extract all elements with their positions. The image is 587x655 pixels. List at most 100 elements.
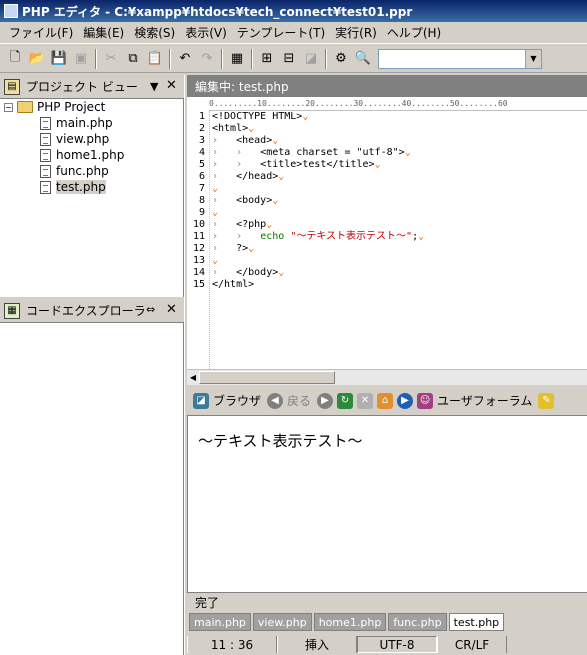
folder-icon	[17, 101, 33, 113]
line-number: 7	[198, 183, 205, 194]
refresh-icon[interactable]: ↻	[337, 392, 354, 409]
search-combo[interactable]: ▼	[378, 48, 542, 69]
pin-icon[interactable]: ⇔	[146, 303, 155, 316]
menu-help[interactable]: ヘルプ(H)	[382, 24, 446, 41]
tree-item-main[interactable]: main.php	[0, 115, 184, 131]
home-icon[interactable]: ⌂	[377, 392, 394, 409]
code-line: › </body>⌄	[212, 267, 285, 278]
back-button[interactable]: 戻る	[287, 392, 311, 409]
tab-func[interactable]: func.php	[388, 613, 447, 631]
tree-item-home1[interactable]: home1.php	[0, 147, 184, 163]
save-icon[interactable]: 💾	[48, 48, 70, 70]
browser-toolbar: ◪ ブラウザ ◀ 戻る ▶ ↻ ✕ ⌂ ▶ ☺ ユーザフォーラム ✎	[187, 386, 587, 416]
undo-icon[interactable]: ↶	[174, 48, 196, 70]
tab-view[interactable]: view.php	[252, 613, 312, 631]
file-icon	[40, 132, 51, 146]
indent-icon[interactable]: ⊞	[256, 48, 278, 70]
horizontal-scrollbar[interactable]: ◀	[187, 369, 587, 385]
dropdown-icon[interactable]: ▼	[150, 80, 158, 93]
paste-icon[interactable]: 📋	[144, 48, 166, 70]
menu-edit[interactable]: 編集(E)	[78, 24, 129, 41]
scroll-left-icon[interactable]: ◀	[187, 371, 199, 384]
calculator-icon[interactable]: ▦	[226, 48, 248, 70]
code-line: </html>	[212, 279, 255, 290]
menu-view[interactable]: 表示(V)	[180, 24, 232, 41]
open-folder-icon[interactable]: 📂	[26, 48, 48, 70]
code-line: ⌄	[212, 183, 219, 194]
redo-icon[interactable]: ↷	[196, 48, 218, 70]
cut-icon[interactable]: ✂	[100, 48, 122, 70]
project-tree: − PHP Project main.php view.php home1.ph…	[0, 99, 184, 195]
code-area[interactable]: <!DOCTYPE HTML>⌄ <html>⌄ › <head>⌄ › › <met…	[209, 111, 587, 369]
code-line: › <head>⌄	[212, 135, 279, 146]
file-icon	[40, 164, 51, 178]
menu-file[interactable]: ファイル(F)	[4, 24, 78, 41]
menu-search[interactable]: 検索(S)	[129, 24, 180, 41]
user-forum-button[interactable]: ユーザフォーラム	[437, 392, 532, 409]
grid-icon[interactable]: ⊟	[278, 48, 300, 70]
tree-item-label: home1.php	[56, 148, 125, 162]
line-number: 5	[198, 159, 205, 170]
code-line: › </head>⌄	[212, 171, 285, 182]
app-icon	[4, 4, 18, 18]
browser-view: ～テキスト表示テスト～	[187, 416, 587, 592]
menu-run[interactable]: 実行(R)	[330, 24, 382, 41]
settings-icon[interactable]: ⚙	[330, 48, 352, 70]
code-line: <html>⌄	[212, 123, 255, 134]
toolbar-separator	[169, 48, 171, 69]
file-icon	[40, 180, 51, 194]
code-explorer-title: コードエクスプローラ	[26, 304, 146, 318]
scrollbar-thumb[interactable]	[199, 371, 335, 384]
file-tabs: main.php view.php home1.php func.php tes…	[187, 612, 587, 632]
code-explorer-icon: ▦	[4, 302, 20, 319]
file-icon	[40, 116, 51, 130]
menu-template[interactable]: テンプレート(T)	[232, 24, 330, 41]
cursor-position: 11 : 36	[187, 636, 277, 653]
tree-root[interactable]: − PHP Project	[0, 99, 184, 115]
tree-root-label: PHP Project	[37, 100, 106, 114]
tab-test[interactable]: test.php	[448, 613, 505, 631]
code-line: › › <meta charset = "utf-8">⌄	[212, 147, 411, 158]
collapse-icon[interactable]: −	[4, 102, 13, 112]
insert-mode: 挿入	[277, 636, 357, 653]
code-line: › ?>⌄	[212, 243, 255, 254]
code-line: › <body>⌄	[212, 195, 279, 206]
browser-label: ブラウザ	[213, 394, 262, 408]
browser-status-text: 完了	[195, 596, 220, 610]
tree-item-label: view.php	[56, 132, 110, 146]
tab-main[interactable]: main.php	[189, 613, 251, 631]
save-all-icon[interactable]: ▣	[70, 48, 92, 70]
find-icon[interactable]: 🔍	[352, 48, 374, 70]
close-icon[interactable]: ✕	[166, 302, 177, 317]
line-number: 14	[192, 267, 205, 278]
menu-bar: ファイル(F) 編集(E) 検索(S) 表示(V) テンプレート(T) 実行(R…	[0, 22, 587, 44]
chevron-down-icon[interactable]: ▼	[525, 49, 541, 68]
project-view-header: ▤ プロジェクト ビュー ▼ ✕	[0, 75, 184, 99]
back-icon[interactable]: ◀	[267, 392, 284, 409]
line-number: 15	[192, 279, 205, 290]
code-explorer-header: ▦ コードエクスプローラ ⇔ ✕	[0, 299, 184, 323]
tree-item-test[interactable]: test.php	[0, 179, 184, 195]
tree-item-func[interactable]: func.php	[0, 163, 184, 179]
project-icon: ▤	[4, 78, 20, 95]
tree-item-view[interactable]: view.php	[0, 131, 184, 147]
new-file-icon[interactable]: 🗋	[4, 48, 26, 70]
toolbar-separator	[251, 48, 253, 69]
browser-status: 完了	[187, 592, 587, 612]
forward-icon[interactable]: ▶	[317, 392, 334, 409]
status-bar: 11 : 36 挿入 UTF-8 CR/LF	[187, 634, 587, 655]
code-explorer-panel: ▦ コードエクスプローラ ⇔ ✕	[0, 299, 184, 655]
browser-icon: ◪	[193, 392, 209, 409]
toolbar-separator	[95, 48, 97, 69]
stop-icon[interactable]: ✕	[357, 392, 374, 409]
main-toolbar: 🗋 📂 💾 ▣ ✂ ⧉ 📋 ↶ ↷ ▦ ⊞ ⊟ ◪ ⚙ 🔍 ▼	[0, 45, 587, 73]
close-icon[interactable]: ✕	[166, 78, 177, 93]
tab-home1[interactable]: home1.php	[313, 613, 387, 631]
copy-icon[interactable]: ⧉	[122, 48, 144, 70]
line-number: 6	[198, 171, 205, 182]
run-icon[interactable]: ▶	[397, 392, 414, 409]
column-ruler: 0.........10........20........30........…	[209, 99, 587, 111]
line-ending: CR/LF	[437, 636, 507, 653]
pencil-icon[interactable]: ✎	[538, 392, 555, 409]
comment-icon[interactable]: ◪	[300, 48, 322, 70]
